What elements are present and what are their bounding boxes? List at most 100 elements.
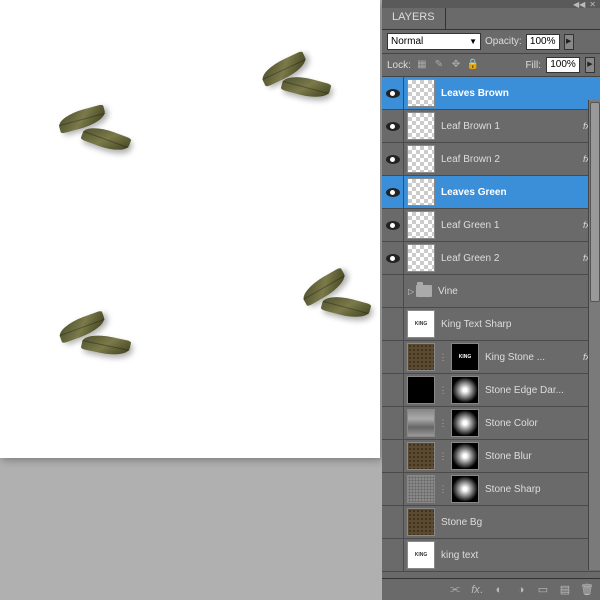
visibility-toggle[interactable] [382, 473, 404, 505]
visibility-toggle[interactable] [382, 275, 404, 307]
layer-thumbnail[interactable]: KING [407, 310, 435, 338]
lock-position-icon[interactable]: ✥ [450, 59, 462, 71]
layer-row[interactable]: Leaf Green 1fx▾ [382, 209, 600, 242]
layer-thumbnail[interactable] [407, 409, 435, 437]
layer-name[interactable]: King Stone ... [482, 352, 581, 363]
layer-name[interactable]: Leaves Green [438, 187, 600, 198]
layer-row[interactable]: Leaf Brown 1fx▾ [382, 110, 600, 143]
layer-thumbnail[interactable] [407, 211, 435, 239]
new-group-icon[interactable]: ▭ [536, 583, 550, 597]
layer-name[interactable]: Leaf Brown 2 [438, 154, 581, 165]
layer-row[interactable]: ⋮Stone Color [382, 407, 600, 440]
layer-thumbnail[interactable] [407, 376, 435, 404]
lock-pixels-icon[interactable]: ✎ [433, 59, 445, 71]
link-indicator-icon: ⋮ [438, 451, 448, 462]
visibility-toggle[interactable] [382, 242, 404, 274]
layer-name[interactable]: Stone Sharp [482, 484, 600, 495]
link-indicator-icon: ⋮ [438, 385, 448, 396]
blend-mode-select[interactable]: Normal▼ [387, 33, 481, 50]
opacity-flyout-icon[interactable]: ▶ [564, 34, 574, 50]
opacity-label: Opacity: [485, 36, 522, 47]
visibility-toggle[interactable] [382, 506, 404, 538]
layer-row[interactable]: KINGKing Text Sharp [382, 308, 600, 341]
layer-name[interactable]: King Text Sharp [438, 319, 600, 330]
layer-thumbnail[interactable] [451, 442, 479, 470]
new-layer-icon[interactable]: ▤ [558, 583, 572, 597]
layer-thumbnail[interactable] [407, 508, 435, 536]
layer-row[interactable]: ⋮KINGKing Stone ...fx▾ [382, 341, 600, 374]
layer-name[interactable]: Stone Bg [438, 517, 600, 528]
visibility-toggle[interactable] [382, 77, 404, 109]
layer-fx-icon[interactable]: fx. [470, 583, 484, 597]
link-layers-icon[interactable]: ⫘ [448, 583, 462, 597]
layer-name[interactable]: Stone Blur [482, 451, 600, 462]
layer-name[interactable]: Leaf Green 2 [438, 253, 581, 264]
layer-thumbnail[interactable]: KING [407, 541, 435, 569]
layer-thumbnail[interactable] [407, 145, 435, 173]
layer-name[interactable]: king text [438, 550, 600, 561]
layer-thumbnail[interactable]: KING [451, 343, 479, 371]
lock-label: Lock: [387, 60, 411, 71]
visibility-toggle[interactable] [382, 440, 404, 472]
layers-list[interactable]: Leaves Brown Leaf Brown 1fx▾Leaf Brown 2f… [382, 77, 600, 578]
layer-row[interactable]: ⋮ Stone Edge Dar... [382, 374, 600, 407]
layer-row[interactable]: Leaf Green 2fx▾ [382, 242, 600, 275]
layer-thumbnail[interactable] [407, 112, 435, 140]
canvas[interactable] [0, 0, 380, 458]
leaf-shape [81, 331, 132, 359]
layer-thumbnail[interactable] [407, 79, 435, 107]
scrollbar[interactable] [588, 100, 600, 570]
lock-row: Lock: ▦ ✎ ✥ 🔒 Fill: 100% ▶ [382, 54, 600, 77]
eye-icon [386, 188, 400, 197]
layer-row[interactable]: Stone Bg [382, 506, 600, 539]
visibility-toggle[interactable] [382, 407, 404, 439]
expand-icon[interactable]: ▷ [404, 287, 413, 296]
visibility-toggle[interactable] [382, 539, 404, 571]
layer-name[interactable]: Leaves Brown [438, 88, 600, 99]
layer-thumbnail[interactable] [407, 475, 435, 503]
layer-name[interactable]: Stone Edge Dar... [482, 385, 600, 396]
layer-row[interactable]: ▷ Vine [382, 275, 600, 308]
eye-icon [386, 221, 400, 230]
layer-name[interactable]: Leaf Green 1 [438, 220, 581, 231]
layer-name[interactable]: Vine [435, 286, 600, 297]
fill-label: Fill: [525, 60, 541, 71]
visibility-toggle[interactable] [382, 143, 404, 175]
layer-thumbnail[interactable] [451, 409, 479, 437]
layer-name[interactable]: Stone Color [482, 418, 600, 429]
link-indicator-icon: ⋮ [438, 352, 448, 363]
layer-row[interactable]: ⋮ Stone Blur [382, 440, 600, 473]
layer-thumbnail[interactable] [451, 376, 479, 404]
layer-row[interactable]: Leaves Green [382, 176, 600, 209]
layer-row[interactable]: Leaf Brown 2fx▾ [382, 143, 600, 176]
adjustment-layer-icon[interactable]: ◑ [514, 583, 528, 597]
layer-thumbnail[interactable] [407, 244, 435, 272]
visibility-toggle[interactable] [382, 209, 404, 241]
layer-thumbnail[interactable] [407, 178, 435, 206]
layer-row[interactable]: ⋮ Stone Sharp [382, 473, 600, 506]
scroll-thumb[interactable] [590, 102, 600, 302]
visibility-toggle[interactable] [382, 341, 404, 373]
tab-layers[interactable]: LAYERS [382, 8, 446, 29]
fill-input[interactable]: 100% [546, 57, 580, 73]
layer-row[interactable]: Leaves Brown [382, 77, 600, 110]
opacity-input[interactable]: 100% [526, 34, 560, 50]
fill-flyout-icon[interactable]: ▶ [585, 57, 595, 73]
visibility-toggle[interactable] [382, 374, 404, 406]
lock-all-icon[interactable]: 🔒 [467, 59, 479, 71]
visibility-toggle[interactable] [382, 176, 404, 208]
layer-mask-icon[interactable]: ◐ [492, 583, 506, 597]
layer-row[interactable]: KINGking text [382, 539, 600, 572]
layer-thumbnail[interactable] [407, 442, 435, 470]
delete-layer-icon[interactable]: 🗑 [580, 583, 594, 597]
visibility-toggle[interactable] [382, 308, 404, 340]
layer-name[interactable]: Leaf Brown 1 [438, 121, 581, 132]
visibility-toggle[interactable] [382, 110, 404, 142]
link-indicator-icon: ⋮ [438, 484, 448, 495]
lock-transparency-icon[interactable]: ▦ [416, 59, 428, 71]
layer-thumbnail[interactable] [407, 343, 435, 371]
blend-row: Normal▼ Opacity: 100% ▶ [382, 30, 600, 54]
eye-icon [386, 155, 400, 164]
layers-panel: ◀◀ ✕ LAYERS Normal▼ Opacity: 100% ▶ Lock… [382, 0, 600, 600]
layer-thumbnail[interactable] [451, 475, 479, 503]
